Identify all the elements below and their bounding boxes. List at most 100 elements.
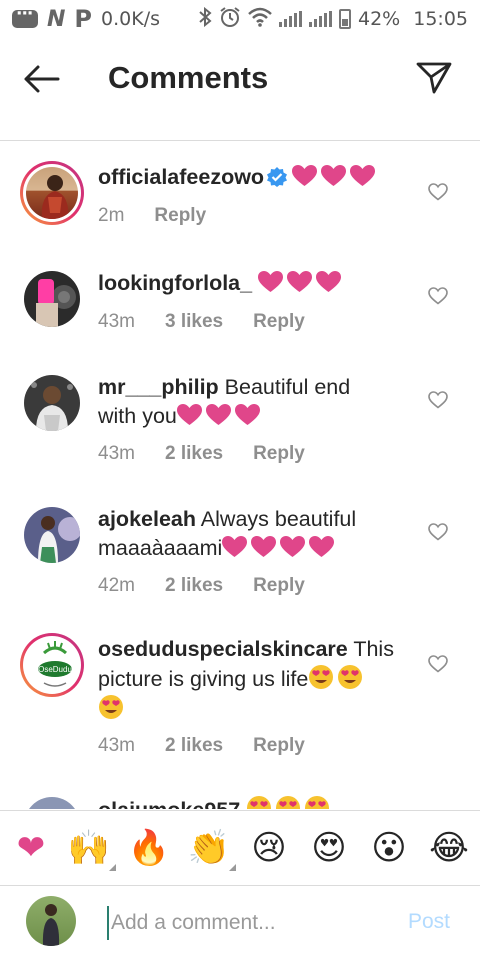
comment-text: picture is giving us life [98, 667, 309, 691]
heart-eyes-emoji-icon [98, 694, 124, 720]
heart-emoji-icon [258, 271, 284, 293]
reply-button[interactable]: Reply [253, 735, 305, 757]
heart-emoji-icon [176, 404, 202, 426]
emoji-heart-eyes-button[interactable]: 😍 [308, 827, 350, 869]
comment-item: ajokeleah Always beautiful maaaàaaami 42… [0, 481, 480, 613]
likes-count[interactable]: 2 likes [165, 443, 223, 465]
battery-percent: 42% [358, 8, 401, 30]
reply-button[interactable]: Reply [253, 575, 305, 597]
avatar[interactable]: OseDudu [20, 633, 84, 697]
reply-button[interactable]: Reply [154, 205, 206, 227]
comment-meta: 43m 2 likes Reply [98, 443, 305, 465]
back-arrow-icon [24, 65, 60, 93]
comment-input[interactable]: Add a comment... [107, 906, 377, 940]
heart-emoji-icon [205, 404, 231, 426]
comment-list[interactable]: officialafeezowo 2m Reply lookingforlola… [0, 141, 480, 809]
bluetooth-icon [198, 6, 212, 31]
signal-icon [279, 11, 302, 27]
comment-meta: 42m 2 likes Reply [98, 575, 305, 597]
heart-emoji-icon [292, 165, 318, 187]
comment-item: olajumoke957 [0, 773, 480, 809]
comment-text: This [353, 637, 394, 661]
back-button[interactable] [22, 62, 62, 96]
heart-eyes-emoji-icon [304, 795, 330, 809]
comment-username[interactable]: lookingforlola_ [98, 271, 252, 295]
likes-count[interactable]: 2 likes [165, 735, 223, 757]
comment-time: 43m [98, 735, 135, 756]
comment-text: Always beautiful [200, 507, 357, 531]
avatar[interactable] [22, 373, 82, 433]
comment-item: OseDudu oseduduspecialskincare This pict… [0, 613, 480, 773]
heart-eyes-emoji-icon [337, 664, 363, 690]
like-button[interactable] [428, 523, 448, 541]
like-button[interactable] [428, 391, 448, 409]
signal-icon [309, 11, 332, 27]
heart-outline-icon [428, 523, 448, 541]
comment-time: 43m [98, 311, 135, 332]
clapping-hands-icon: 👏 [187, 828, 231, 868]
verified-badge-icon [266, 166, 288, 188]
comment-text: maaaàaaami [98, 536, 223, 560]
comment-username[interactable]: oseduduspecialskincare [98, 637, 348, 661]
avatar[interactable] [22, 269, 82, 329]
heart-emoji-icon [316, 271, 342, 293]
emoji-laugh-button[interactable]: 😂 [428, 827, 470, 869]
likes-count[interactable]: 2 likes [165, 575, 223, 597]
avatar[interactable] [20, 161, 84, 225]
heart-emoji-icon [350, 165, 376, 187]
skin-tone-indicator [229, 864, 236, 871]
heart-emoji-icon [280, 536, 306, 558]
heart-emoji-icon [287, 271, 313, 293]
heart-outline-icon [428, 183, 448, 201]
quick-emoji-bar: ❤ 🙌 🔥 👏 😢 😍 😮 😂 [0, 810, 480, 886]
like-button[interactable] [428, 287, 448, 305]
comment-time: 2m [98, 205, 125, 226]
header: Comments [0, 40, 480, 120]
status-bar: N P 0.0K/s 42% 15:05 [0, 0, 480, 38]
like-button[interactable] [428, 655, 448, 673]
heart-eyes-emoji-icon [275, 795, 301, 809]
emoji-cry-button[interactable]: 😢 [248, 827, 290, 869]
comment-meta: 2m Reply [98, 205, 206, 227]
comment-username[interactable]: olajumoke957 [98, 798, 240, 809]
comment-username[interactable]: officialafeezowo [98, 165, 264, 189]
emoji-heart-button[interactable]: ❤ [10, 827, 52, 869]
comment-time: 43m [98, 443, 135, 464]
heart-outline-icon [428, 391, 448, 409]
likes-count[interactable]: 3 likes [165, 311, 223, 333]
heart-eyes-emoji-icon [308, 664, 334, 690]
emoji-clap-button[interactable]: 👏 [187, 827, 236, 871]
avatar[interactable] [22, 505, 82, 565]
heart-emoji-icon [251, 536, 277, 558]
emoji-raised-hands-button[interactable]: 🙌 [68, 827, 116, 871]
comment-username[interactable]: ajokeleah [98, 507, 196, 531]
reply-button[interactable]: Reply [253, 311, 305, 333]
heart-outline-icon [428, 287, 448, 305]
comment-meta: 43m 2 likes Reply [98, 735, 305, 757]
avatar[interactable] [22, 795, 82, 809]
emoji-surprised-button[interactable]: 😮 [368, 827, 410, 869]
reply-button[interactable]: Reply [253, 443, 305, 465]
clock: 15:05 [413, 8, 468, 30]
post-button[interactable]: Post [408, 910, 450, 934]
heart-emoji-icon [321, 165, 347, 187]
comment-username[interactable]: mr___philip [98, 375, 219, 399]
heart-eyes-emoji-icon [246, 795, 272, 809]
skin-tone-indicator [109, 864, 116, 871]
share-button[interactable] [416, 60, 452, 96]
alarm-icon [219, 6, 241, 32]
like-button[interactable] [428, 183, 448, 201]
heart-emoji-icon [234, 404, 260, 426]
heart-outline-icon [428, 655, 448, 673]
comment-meta: 43m 3 likes Reply [98, 311, 305, 333]
emoji-fire-button[interactable]: 🔥 [128, 827, 170, 869]
comment-item: mr___philip Beautiful end with you 43m 2… [0, 349, 480, 481]
comment-text: with you [98, 404, 177, 428]
chat-icon [12, 4, 38, 28]
comment-item: lookingforlola_ 43m 3 likes Reply [0, 245, 480, 349]
comment-item: officialafeezowo 2m Reply [0, 141, 480, 241]
battery-icon [339, 9, 351, 29]
comment-time: 42m [98, 575, 135, 596]
page-title: Comments [108, 60, 269, 95]
heart-emoji-icon [222, 536, 248, 558]
